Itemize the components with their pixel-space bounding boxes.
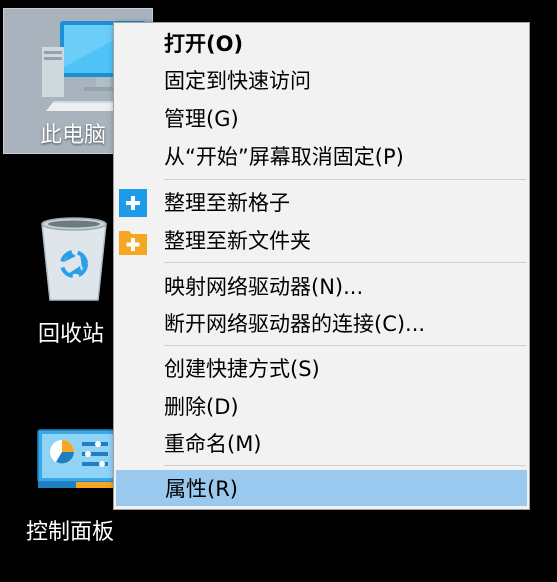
menu-item-new-tile[interactable]: 整理至新格子 [116, 185, 527, 221]
menu-item-pin-quick-access[interactable]: 固定到快速访问 [116, 63, 527, 99]
desktop-icon-label: 此电脑 [40, 123, 107, 148]
menu-item-create-shortcut[interactable]: 创建快捷方式(S) [116, 351, 527, 387]
menu-item-new-folder[interactable]: 整理至新文件夹 [116, 223, 527, 259]
menu-item-label: 管理(G) [164, 107, 239, 131]
blue-plus-tile-icon [119, 189, 147, 217]
context-menu: 打开(O) 固定到快速访问 管理(G) 从“开始”屏幕取消固定(P) 整理至新格… [113, 22, 530, 510]
menu-item-rename[interactable]: 重命名(M) [116, 426, 527, 462]
menu-item-open[interactable]: 打开(O) [116, 26, 527, 62]
menu-item-map-network-drive[interactable]: 映射网络驱动器(N)... [116, 269, 527, 305]
menu-item-label: 映射网络驱动器(N)... [164, 275, 364, 299]
menu-item-label: 重命名(M) [164, 432, 262, 456]
menu-item-label: 整理至新文件夹 [164, 229, 311, 253]
menu-separator [164, 345, 526, 346]
desktop-icon-label: 控制面板 [26, 520, 115, 545]
menu-separator [164, 262, 526, 263]
menu-item-properties[interactable]: 属性(R) [116, 470, 527, 506]
menu-separator [164, 179, 526, 180]
menu-item-label: 断开网络驱动器的连接(C)... [164, 312, 426, 336]
menu-item-unpin-start[interactable]: 从“开始”屏幕取消固定(P) [116, 139, 527, 175]
menu-item-disconnect-network-drive[interactable]: 断开网络驱动器的连接(C)... [116, 306, 527, 342]
menu-item-manage[interactable]: 管理(G) [116, 101, 527, 137]
orange-plus-folder-icon [119, 231, 147, 255]
menu-item-label: 属性(R) [165, 477, 238, 501]
desktop-icon-label: 回收站 [38, 322, 105, 347]
desktop: 此电脑 回收站 控制面板 打开(O) 固定到快速访问 管理(G) 从“开始”屏幕… [0, 0, 557, 582]
menu-item-label: 固定到快速访问 [164, 69, 311, 93]
menu-item-label: 打开(O) [164, 32, 244, 56]
menu-item-label: 整理至新格子 [164, 191, 290, 215]
menu-item-label: 删除(D) [164, 395, 239, 419]
menu-item-label: 从“开始”屏幕取消固定(P) [164, 145, 404, 169]
recycle-bin-icon [41, 217, 107, 301]
menu-item-delete[interactable]: 删除(D) [116, 389, 527, 425]
control-panel-icon [37, 429, 119, 488]
menu-separator [164, 465, 526, 466]
menu-item-label: 创建快捷方式(S) [164, 357, 320, 381]
